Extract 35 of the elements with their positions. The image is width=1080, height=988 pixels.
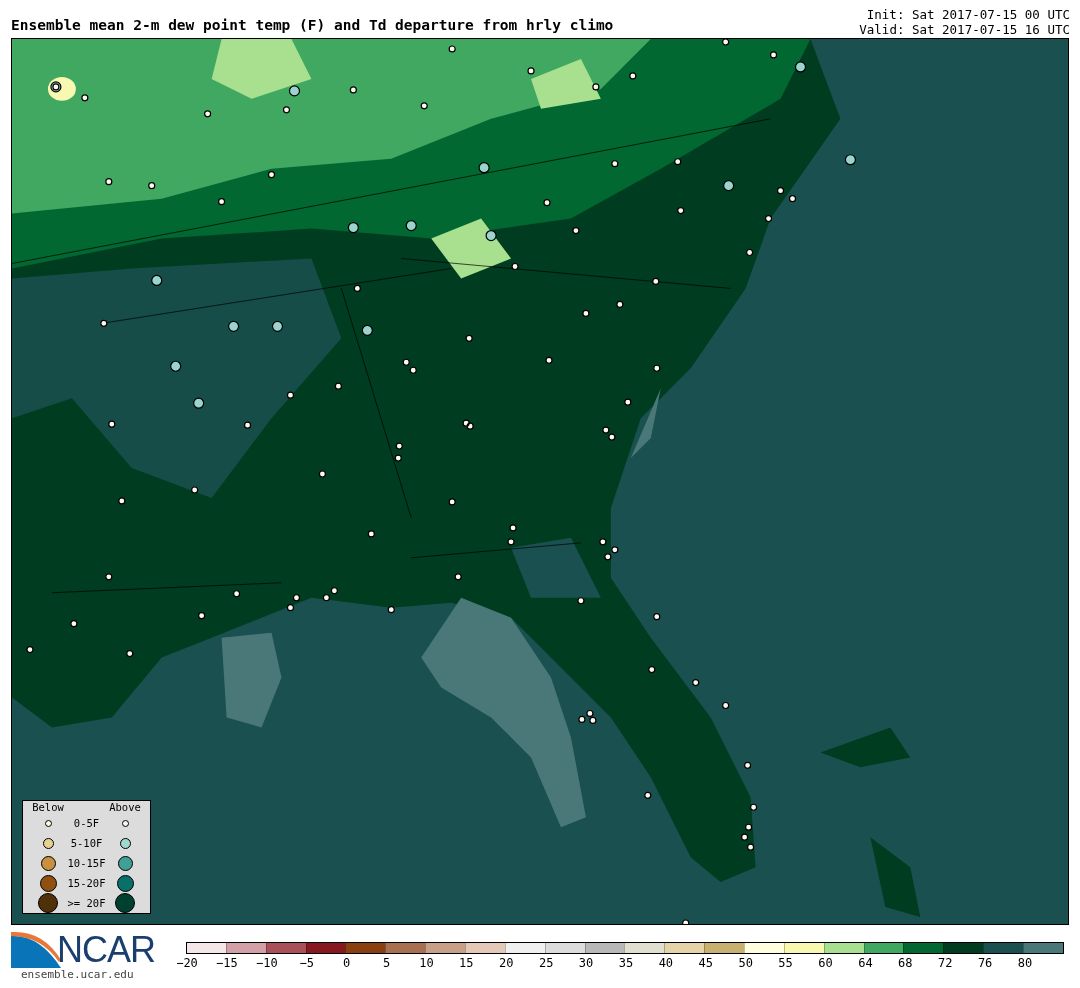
- logo-text: NCAR: [57, 932, 155, 968]
- tick-label: 55: [778, 956, 793, 970]
- legend-heading: Below: [32, 801, 64, 813]
- tick-label: 35: [618, 956, 634, 970]
- legend-label: 5-10F: [70, 837, 103, 849]
- tick-label: 30: [578, 956, 594, 970]
- init-time: Init: Sat 2017-07-15 00 UTC: [866, 7, 1070, 22]
- tick-label: 68: [898, 956, 913, 970]
- legend-label: 0-5F: [73, 817, 100, 829]
- tick-label: 40: [658, 956, 674, 970]
- tick-label: 64: [858, 956, 873, 970]
- tick-label: 80: [1017, 956, 1033, 970]
- tick-label: −15: [216, 956, 238, 970]
- tick-label: 76: [977, 956, 993, 970]
- tick-label: 50: [738, 956, 753, 970]
- tick-label: 0: [343, 956, 351, 970]
- website-url: ensemble.ucar.edu: [21, 968, 135, 981]
- legend-label: 10-15F: [67, 857, 106, 869]
- valid-time: Valid: Sat 2017-07-15 16 UTC: [859, 22, 1070, 37]
- tick-label: 25: [538, 956, 554, 970]
- legend-label: 15-20F: [67, 877, 106, 889]
- swoosh-icon: [11, 930, 61, 968]
- tick-label: 10: [419, 956, 434, 970]
- tick-label: 72: [938, 956, 953, 970]
- tick-label: −10: [255, 956, 278, 970]
- tick-label: −20: [176, 956, 198, 970]
- legend-heading: Above: [109, 801, 141, 813]
- tick-label: 45: [698, 956, 713, 970]
- tick-label: −5: [299, 956, 314, 970]
- tick-label: 20: [499, 956, 514, 970]
- chart-title: Ensemble mean 2-m dew point temp (F) and Td departure from hrly climo: [11, 17, 614, 35]
- tick-label: 60: [818, 956, 833, 970]
- tick-label: 5: [382, 956, 391, 970]
- tick-label: 15: [459, 956, 474, 970]
- legend-label: >= 20F: [67, 897, 106, 909]
